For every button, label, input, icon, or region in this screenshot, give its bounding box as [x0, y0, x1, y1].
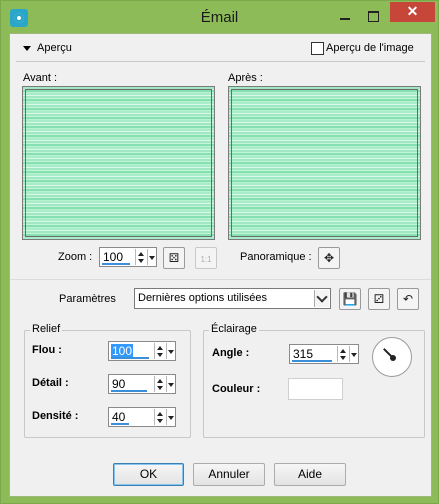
one-to-one-icon: 1:1 [200, 255, 212, 264]
density-dropdown[interactable] [166, 409, 175, 425]
help-button[interactable]: Aide [274, 463, 346, 486]
fit-zoom-icon: ⚄ [168, 251, 180, 265]
divider [10, 279, 431, 280]
density-spinbox[interactable]: 40 [108, 407, 176, 427]
detail-spin-arrows[interactable] [154, 376, 165, 392]
close-icon: ✕ [406, 3, 419, 19]
blur-dropdown[interactable] [166, 343, 175, 359]
maximize-button[interactable] [360, 5, 386, 27]
ok-button[interactable]: OK [113, 463, 184, 486]
preview-toggle-label[interactable]: Aperçu [37, 42, 72, 54]
blur-spinbox[interactable]: 100 [108, 341, 176, 361]
move-crosshair-icon: ✥ [323, 251, 335, 265]
image-preview-checkbox[interactable] [311, 42, 324, 55]
after-label: Après : [228, 72, 263, 84]
blur-value: 100 [111, 344, 134, 358]
zoom-spin-arrows[interactable] [135, 249, 146, 265]
blur-label: Flou : [32, 344, 62, 356]
save-preset-button[interactable]: 💾 [339, 288, 361, 310]
close-button[interactable]: ✕ [390, 2, 435, 22]
detail-value: 90 [112, 377, 126, 391]
collapse-arrow-icon[interactable] [23, 46, 31, 51]
reset-icon: ↶ [402, 292, 414, 306]
pan-button[interactable]: ✥ [318, 247, 340, 269]
blur-spin-arrows[interactable] [154, 343, 165, 359]
floppy-disk-icon: 💾 [342, 292, 358, 306]
color-label: Couleur : [212, 383, 261, 395]
dialog-client: Aperçu Aperçu de l'image Avant : Après :… [9, 33, 432, 497]
fit-zoom-button[interactable]: ⚄ [163, 247, 185, 269]
detail-spinbox[interactable]: 90 [108, 374, 176, 394]
angle-value: 315 [293, 347, 314, 361]
email-dialog: Émail ✕ Aperçu Aperçu de l'image Avant :… [0, 0, 439, 504]
minimize-button[interactable] [332, 5, 358, 27]
density-label: Densité : [32, 410, 79, 422]
reset-button[interactable]: ↶ [397, 288, 419, 310]
density-spin-arrows[interactable] [154, 409, 165, 425]
angle-spin-arrows[interactable] [337, 346, 348, 362]
zoom-spinbox[interactable]: 100 [99, 247, 157, 267]
title-bar[interactable]: Émail ✕ [1, 1, 438, 33]
relief-title: Relief [30, 323, 63, 335]
angle-dropdown[interactable] [349, 346, 358, 362]
density-value: 40 [112, 410, 126, 424]
after-preview[interactable] [228, 86, 421, 240]
zoom-label: Zoom : [58, 251, 93, 263]
actual-size-button[interactable]: 1:1 [195, 247, 217, 269]
angle-label: Angle : [212, 347, 250, 359]
presets-label: Paramètres [59, 293, 116, 305]
image-preview-label[interactable]: Aperçu de l'image [326, 42, 414, 54]
chevron-down-icon[interactable] [314, 290, 329, 307]
detail-label: Détail : [32, 377, 69, 389]
lighting-title: Éclairage [209, 323, 259, 335]
detail-dropdown[interactable] [166, 376, 175, 392]
pan-label: Panoramique : [240, 251, 312, 263]
zoom-value: 100 [103, 250, 124, 264]
before-preview[interactable] [22, 86, 215, 240]
cancel-button[interactable]: Annuler [193, 463, 265, 486]
zoom-dropdown[interactable] [147, 249, 156, 265]
presets-selected: Dernières options utilisées [138, 292, 268, 304]
color-swatch[interactable] [288, 378, 343, 400]
divider [16, 61, 425, 62]
before-label: Avant : [23, 72, 58, 84]
presets-combobox[interactable]: Dernières options utilisées [134, 288, 331, 309]
angle-spinbox[interactable]: 315 [289, 344, 359, 364]
angle-dial[interactable] [372, 337, 412, 377]
randomize-button[interactable]: ⚂ [368, 288, 390, 310]
dice-icon: ⚂ [373, 292, 385, 306]
